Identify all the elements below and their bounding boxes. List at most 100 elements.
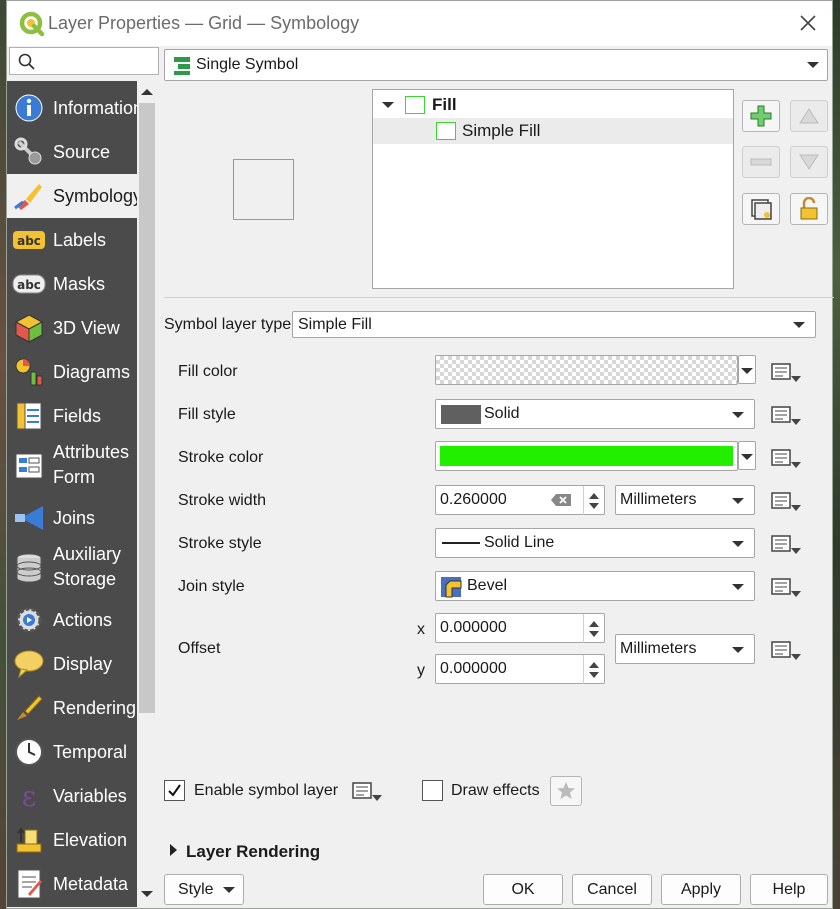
add-symbol-layer-button[interactable] <box>742 100 780 132</box>
stroke-style-combo[interactable]: Solid Line <box>435 528 755 558</box>
apply-button[interactable]: Apply <box>661 874 741 905</box>
map-canvas-background-right <box>832 0 840 909</box>
scroll-up-arrow-icon[interactable] <box>141 89 153 95</box>
stroke-color-swatch <box>440 446 733 466</box>
duplicate-symbol-layer-button[interactable] <box>742 193 780 225</box>
layer-rendering-header[interactable]: Layer Rendering <box>186 842 320 862</box>
search-input[interactable] <box>9 47 159 75</box>
data-defined-override-icon[interactable] <box>769 638 803 662</box>
sidebar-item-diagrams[interactable]: Diagrams <box>7 350 137 394</box>
stroke-width-label: Stroke width <box>178 492 267 509</box>
offset-unit-combo[interactable]: Millimeters <box>615 634 755 664</box>
symbology-brush-icon <box>12 179 46 213</box>
sidebar-item-variables[interactable]: ε Variables <box>7 774 137 818</box>
symbol-layer-tree[interactable]: Fill Simple Fill <box>372 89 734 289</box>
style-button[interactable]: Style <box>164 874 244 905</box>
scroll-down-arrow-icon[interactable] <box>141 891 153 897</box>
display-speech-icon <box>12 647 46 681</box>
move-down-button[interactable] <box>790 146 828 178</box>
rendering-brush-icon <box>12 691 46 725</box>
cube-3d-icon <box>12 311 46 345</box>
enable-symbol-layer-checkbox[interactable] <box>164 780 185 801</box>
offset-y-spinbox[interactable]: 0.000000 <box>435 654 605 684</box>
chevron-down-icon <box>793 322 805 328</box>
data-defined-override-icon[interactable] <box>769 360 803 384</box>
tree-item-simple-fill[interactable]: Simple Fill <box>373 118 733 144</box>
lock-color-button[interactable] <box>790 193 828 225</box>
data-defined-override-icon[interactable] <box>769 446 803 470</box>
sidebar-item-joins[interactable]: Joins <box>7 496 137 540</box>
offset-y-label: y <box>417 662 425 679</box>
sidebar-item-information[interactable]: Information <box>7 86 137 130</box>
help-button[interactable]: Help <box>750 874 828 905</box>
draw-effects-label: Draw effects <box>451 782 540 799</box>
data-defined-override-icon[interactable] <box>769 532 803 556</box>
offset-label: Offset <box>178 640 221 657</box>
checkmark-icon <box>168 784 181 797</box>
offset-x-label: x <box>417 621 425 638</box>
elevation-icon <box>12 823 46 857</box>
labels-abc-icon: abc <box>12 223 46 257</box>
sidebar-item-labels[interactable]: abc Labels <box>7 218 137 262</box>
data-defined-override-icon[interactable] <box>769 489 803 513</box>
sidebar-item-auxiliary-storage[interactable]: Auxiliary Storage <box>7 540 137 595</box>
sidebar-item-symbology[interactable]: Symbology <box>7 174 137 218</box>
sidebar-scrollbar-thumb[interactable] <box>139 103 155 713</box>
stroke-color-button[interactable] <box>435 441 738 471</box>
sidebar-item-display[interactable]: Display <box>7 642 137 686</box>
auxiliary-storage-icon <box>12 551 46 585</box>
arrow-down-icon <box>799 154 819 170</box>
stroke-width-stepper[interactable] <box>583 486 604 515</box>
sidebar-item-masks[interactable]: abc Masks <box>7 262 137 306</box>
expand-arrow-icon[interactable] <box>170 844 177 856</box>
offset-y-stepper[interactable] <box>583 655 604 684</box>
sidebar-item-elevation[interactable]: Elevation <box>7 818 137 862</box>
fill-style-label: Fill style <box>178 406 236 423</box>
tree-item-fill[interactable]: Fill <box>373 92 733 118</box>
join-style-combo[interactable]: Bevel <box>435 571 755 601</box>
ok-button[interactable]: OK <box>483 874 563 905</box>
fill-color-dropdown[interactable] <box>738 355 756 384</box>
data-defined-override-icon[interactable] <box>350 779 384 803</box>
diagrams-icon <box>12 355 46 389</box>
data-defined-override-icon[interactable] <box>769 403 803 427</box>
sidebar-item-attributes-form[interactable]: Attributes Form <box>7 438 137 493</box>
fill-color-label: Fill color <box>178 363 238 380</box>
effects-button[interactable] <box>550 776 582 806</box>
sidebar-item-rendering[interactable]: Rendering <box>7 686 137 730</box>
fill-color-button[interactable] <box>435 355 738 385</box>
sidebar-item-3d-view[interactable]: 3D View <box>7 306 137 350</box>
window-title: Layer Properties — Grid — Symbology <box>48 13 360 33</box>
title-bar: Layer Properties — Grid — Symbology <box>7 1 832 46</box>
stroke-width-unit-combo[interactable]: Millimeters <box>615 485 755 515</box>
masks-abc-icon: abc <box>12 267 46 301</box>
unlocked-padlock-icon <box>800 197 818 220</box>
draw-effects-checkbox[interactable] <box>422 780 443 801</box>
stroke-width-spinbox[interactable]: 0.260000 <box>435 485 605 515</box>
chevron-down-icon <box>741 368 753 374</box>
actions-gear-icon <box>12 603 46 637</box>
cancel-button[interactable]: Cancel <box>572 874 652 905</box>
symbol-layer-type-combo[interactable]: Simple Fill <box>292 311 816 338</box>
fill-style-combo[interactable]: Solid <box>435 399 755 429</box>
stroke-color-dropdown[interactable] <box>738 441 756 470</box>
data-defined-override-icon[interactable] <box>769 575 803 599</box>
move-up-button[interactable] <box>790 100 828 132</box>
tree-expand-icon[interactable] <box>382 102 394 108</box>
symbol-layer-type-label: Symbol layer type <box>164 316 292 333</box>
sidebar-item-source[interactable]: Source <box>7 130 137 174</box>
clear-icon[interactable] <box>550 493 572 507</box>
sidebar-item-metadata[interactable]: Metadata <box>7 862 137 906</box>
renderer-type-combo[interactable]: Single Symbol <box>164 49 828 81</box>
remove-symbol-layer-button[interactable] <box>742 146 780 178</box>
offset-x-spinbox[interactable]: 0.000000 <box>435 613 605 643</box>
offset-x-stepper[interactable] <box>583 614 604 643</box>
sidebar-item-actions[interactable]: Actions <box>7 598 137 642</box>
sidebar-item-temporal[interactable]: Temporal <box>7 730 137 774</box>
close-icon[interactable] <box>798 13 818 33</box>
sidebar-item-fields[interactable]: Fields <box>7 394 137 438</box>
chevron-down-icon <box>741 454 753 460</box>
sidebar-scrollbar[interactable] <box>137 81 157 907</box>
chevron-down-icon <box>732 584 744 590</box>
info-icon <box>12 91 46 125</box>
